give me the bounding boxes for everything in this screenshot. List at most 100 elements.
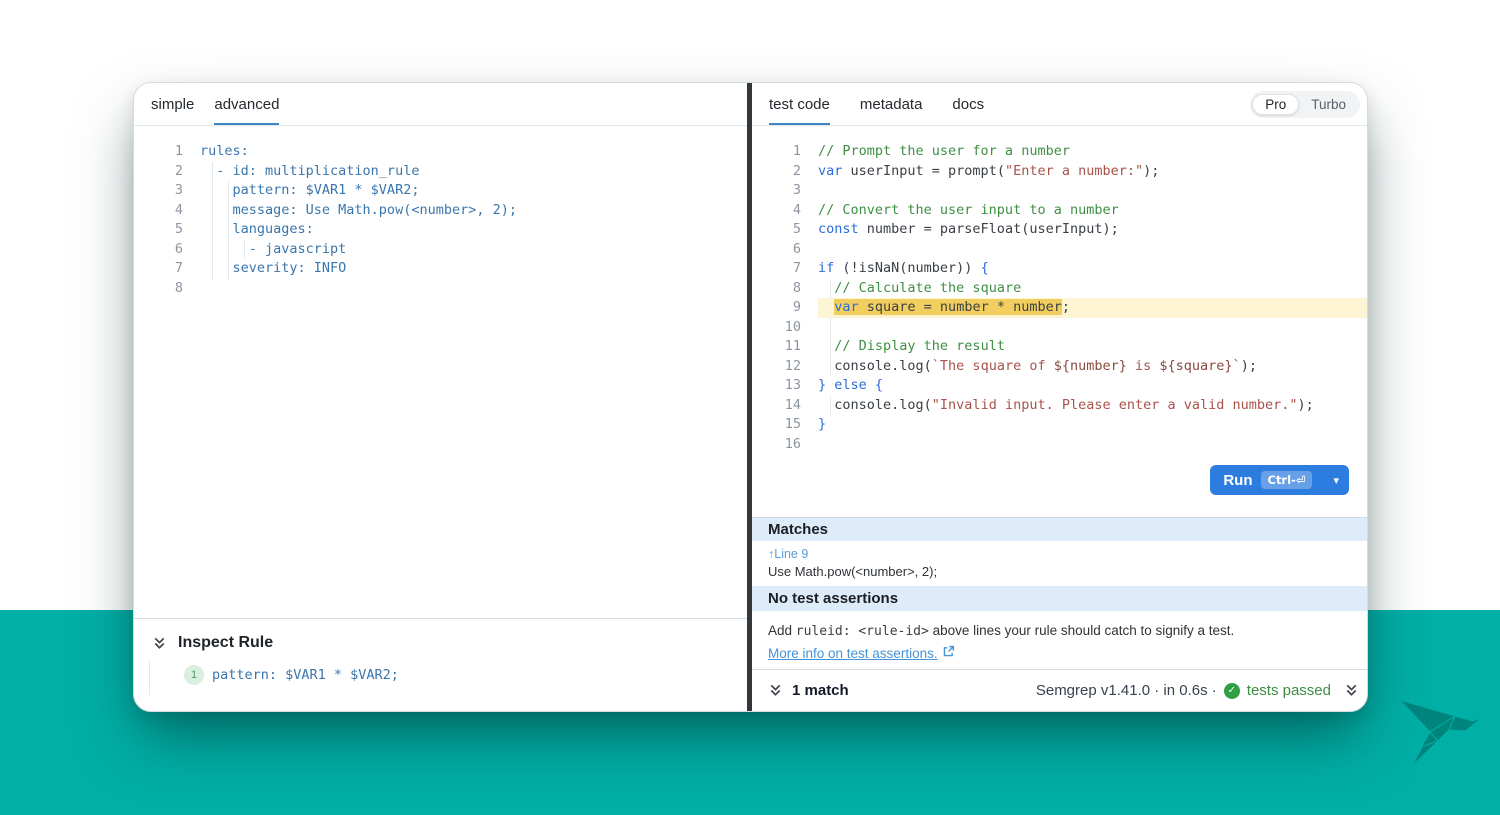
line-number: 6	[134, 240, 200, 260]
indent-guide	[212, 201, 213, 221]
code-line[interactable]: 3	[752, 181, 1368, 201]
indent-guide	[228, 259, 229, 279]
mode-turbo[interactable]: Turbo	[1299, 95, 1358, 114]
indent-guide	[244, 240, 245, 260]
external-link-icon[interactable]	[942, 646, 955, 661]
indent-guide	[212, 259, 213, 279]
code-line[interactable]: 5const number = parseFloat(userInput);	[752, 220, 1368, 240]
indent-guide	[830, 337, 831, 357]
code-line[interactable]: 8	[134, 279, 747, 299]
code-line[interactable]: 6 - javascript	[134, 240, 747, 260]
indent-guide	[228, 201, 229, 221]
ruleid-code: ruleid: <rule-id>	[796, 624, 929, 639]
indent-guide	[228, 181, 229, 201]
code-line[interactable]: 2var userInput = prompt("Enter a number:…	[752, 162, 1368, 182]
code-line[interactable]: 14 console.log("Invalid input. Please en…	[752, 396, 1368, 416]
indent-guide	[228, 220, 229, 240]
code-line[interactable]: 3 pattern: $VAR1 * $VAR2;	[134, 181, 747, 201]
code-line[interactable]: 2 - id: multiplication_rule	[134, 162, 747, 182]
line-number: 12	[752, 357, 818, 377]
inspect-pattern-row: 1 pattern: $VAR1 * $VAR2;	[184, 665, 747, 685]
tab-simple[interactable]: simple	[151, 83, 194, 125]
test-assertions-link[interactable]: More info on test assertions.	[768, 646, 938, 661]
line-number: 7	[134, 259, 200, 279]
line-number: 8	[134, 279, 200, 299]
pattern-count-badge: 1	[184, 665, 204, 685]
code-line[interactable]: 1rules:	[134, 142, 747, 162]
match-line-row: ↑Line 9	[752, 541, 1368, 562]
line-number: 4	[134, 201, 200, 221]
line-number: 1	[752, 142, 818, 162]
results-section: Matches ↑Line 9 Use Math.pow(<number>, 2…	[752, 517, 1368, 661]
test-panel: test code metadata docs Pro Turbo 1// Pr…	[752, 83, 1368, 711]
inspect-rule-title: Inspect Rule	[178, 634, 273, 652]
matches-header: Matches	[752, 518, 1368, 541]
collapse-chevron-icon[interactable]	[1344, 683, 1359, 698]
tab-metadata[interactable]: metadata	[860, 83, 923, 125]
run-shortcut-badge: Ctrl-⏎	[1261, 471, 1313, 489]
tab-advanced[interactable]: advanced	[214, 83, 279, 125]
no-test-assertions-header: No test assertions	[752, 586, 1368, 611]
run-status: Semgrep v1.41.0 · in 0.6s · ✓ tests pass…	[1036, 682, 1359, 699]
collapse-chevron-icon[interactable]	[152, 636, 167, 651]
assertion-link-row: More info on test assertions.	[752, 639, 1368, 661]
rule-panel: simple advanced 1rules:2 - id: multiplic…	[134, 83, 747, 711]
test-code-editor[interactable]: 1// Prompt the user for a number2var use…	[752, 126, 1368, 517]
code-line[interactable]: 8 // Calculate the square	[752, 279, 1368, 299]
indent-guide	[149, 661, 150, 695]
line-number: 7	[752, 259, 818, 279]
code-line[interactable]: 15}	[752, 415, 1368, 435]
line-number: 5	[134, 220, 200, 240]
code-line[interactable]: 13} else {	[752, 376, 1368, 396]
indent-guide	[212, 240, 213, 260]
code-line[interactable]: 12 console.log(`The square of ${number} …	[752, 357, 1368, 377]
mode-pro[interactable]: Pro	[1252, 94, 1299, 115]
code-line[interactable]: 7 severity: INFO	[134, 259, 747, 279]
line-number: 5	[752, 220, 818, 240]
tab-test-code[interactable]: test code	[769, 83, 830, 125]
match-message: Use Math.pow(<number>, 2);	[752, 562, 1368, 586]
match-count: 1 match	[792, 682, 849, 699]
line-number: 3	[752, 181, 818, 201]
line-number: 4	[752, 201, 818, 221]
line-number: 1	[134, 142, 200, 162]
line-number: 11	[752, 337, 818, 357]
match-line-link[interactable]: ↑Line 9	[768, 547, 808, 561]
rule-editor[interactable]: 1rules:2 - id: multiplication_rule3 patt…	[134, 126, 747, 618]
code-line[interactable]: 10	[752, 318, 1368, 338]
run-button[interactable]: Run Ctrl-⏎ ▾	[1210, 465, 1349, 495]
line-number: 2	[134, 162, 200, 182]
indent-guide	[830, 396, 831, 416]
tab-docs[interactable]: docs	[952, 83, 984, 125]
indent-guide	[830, 357, 831, 377]
line-number: 8	[752, 279, 818, 299]
code-line[interactable]: 4// Convert the user input to a number	[752, 201, 1368, 221]
code-line[interactable]: 11 // Display the result	[752, 337, 1368, 357]
rule-tabbar: simple advanced	[134, 83, 747, 126]
indent-guide	[228, 240, 229, 260]
match-count-toggle[interactable]: 1 match	[768, 682, 849, 699]
indent-guide	[212, 181, 213, 201]
page: simple advanced 1rules:2 - id: multiplic…	[0, 0, 1500, 815]
run-dropdown-caret-icon[interactable]: ▾	[1323, 474, 1339, 487]
code-line[interactable]: 1// Prompt the user for a number	[752, 142, 1368, 162]
indent-guide	[212, 162, 213, 182]
code-line[interactable]: 6	[752, 240, 1368, 260]
code-line[interactable]: 5 languages:	[134, 220, 747, 240]
inspect-rule-header[interactable]: Inspect Rule	[152, 634, 747, 652]
code-line[interactable]: 16	[752, 435, 1368, 455]
code-line[interactable]: 4 message: Use Math.pow(<number>, 2);	[134, 201, 747, 221]
code-line[interactable]: 9 var square = number * number;	[752, 298, 1368, 318]
collapse-chevron-icon[interactable]	[768, 683, 783, 698]
indent-guide	[212, 220, 213, 240]
line-number: 15	[752, 415, 818, 435]
status-footer: 1 match Semgrep v1.41.0 · in 0.6s · ✓ te…	[752, 669, 1368, 711]
test-tabbar: test code metadata docs Pro Turbo	[752, 83, 1368, 126]
engine-mode-toggle[interactable]: Pro Turbo	[1250, 91, 1360, 118]
code-line[interactable]: 7if (!isNaN(number)) {	[752, 259, 1368, 279]
inspect-pattern-text: pattern: $VAR1 * $VAR2;	[212, 667, 399, 683]
line-number: 14	[752, 396, 818, 416]
semgrep-version-status: Semgrep v1.41.0 · in 0.6s ·	[1036, 682, 1217, 699]
line-number: 6	[752, 240, 818, 260]
indent-guide	[830, 279, 831, 299]
